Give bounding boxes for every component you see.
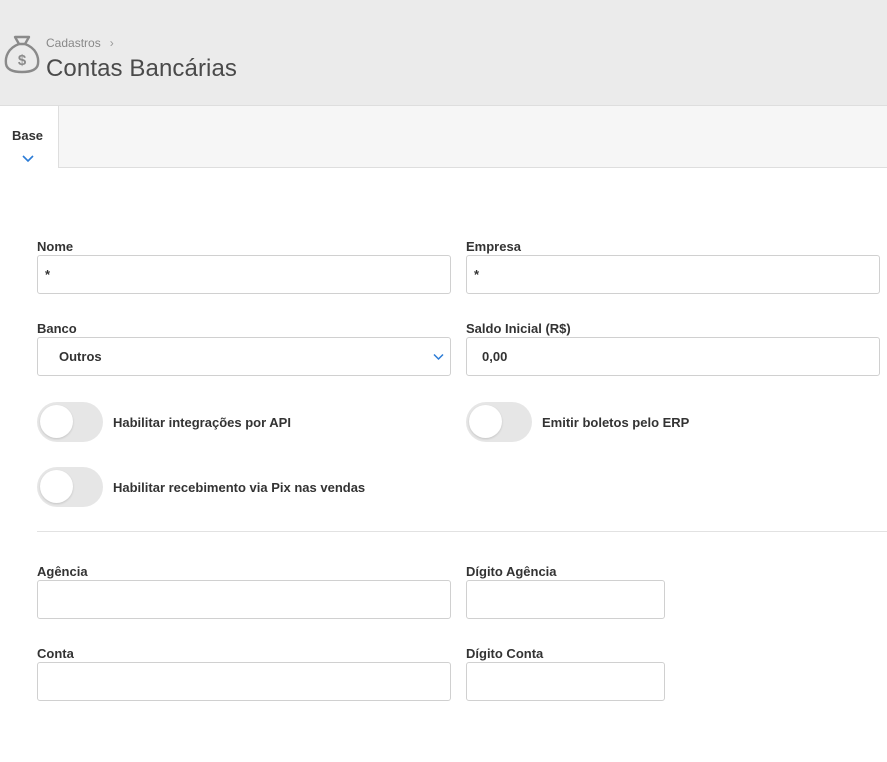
- banco-value: Outros: [59, 349, 102, 364]
- tab-bar: Base: [0, 106, 887, 168]
- empresa-value: *: [474, 267, 480, 282]
- svg-text:$: $: [18, 52, 27, 69]
- empresa-label: Empresa: [466, 239, 521, 254]
- toggle-pix[interactable]: [37, 467, 103, 507]
- digito-agencia-label: Dígito Agência: [466, 564, 557, 579]
- breadcrumb: Cadastros ›: [46, 36, 114, 50]
- tab-base[interactable]: Base: [0, 106, 59, 168]
- toggle-knob: [40, 470, 73, 503]
- nome-field[interactable]: *: [37, 255, 451, 294]
- chevron-down-icon: [22, 155, 34, 163]
- conta-label: Conta: [37, 646, 74, 661]
- saldo-inicial-field[interactable]: 0,00: [466, 337, 880, 376]
- toggle-boletos-label: Emitir boletos pelo ERP: [542, 415, 690, 430]
- page-header: $ Cadastros › Contas Bancárias: [0, 0, 887, 106]
- nome-label: Nome: [37, 239, 74, 254]
- toggle-api[interactable]: [37, 402, 103, 442]
- money-bag-icon: $: [4, 35, 40, 74]
- agencia-field[interactable]: [37, 580, 451, 619]
- empresa-field[interactable]: *: [466, 255, 880, 294]
- banco-select[interactable]: Outros: [37, 337, 451, 376]
- chevron-right-icon: ›: [109, 36, 114, 50]
- conta-field[interactable]: [37, 662, 451, 701]
- nome-value: *: [45, 267, 51, 282]
- page-title: Contas Bancárias: [46, 55, 238, 82]
- section-divider: [37, 531, 887, 532]
- toggle-knob: [40, 405, 73, 438]
- tab-base-label: Base: [11, 128, 44, 143]
- toggle-knob: [469, 405, 502, 438]
- chevron-down-icon: [433, 353, 444, 361]
- toggle-pix-label: Habilitar recebimento via Pix nas vendas: [113, 480, 366, 495]
- agencia-label: Agência: [37, 564, 88, 579]
- toggle-api-label: Habilitar integrações por API: [113, 415, 291, 430]
- toggle-boletos[interactable]: [466, 402, 532, 442]
- digito-conta-field[interactable]: [466, 662, 665, 701]
- saldo-inicial-value: 0,00: [482, 349, 508, 364]
- breadcrumb-link-cadastros[interactable]: Cadastros: [46, 36, 101, 50]
- digito-conta-label: Dígito Conta: [466, 646, 544, 661]
- banco-label: Banco: [37, 321, 77, 336]
- digito-agencia-field[interactable]: [466, 580, 665, 619]
- saldo-inicial-label: Saldo Inicial (R$): [466, 321, 571, 336]
